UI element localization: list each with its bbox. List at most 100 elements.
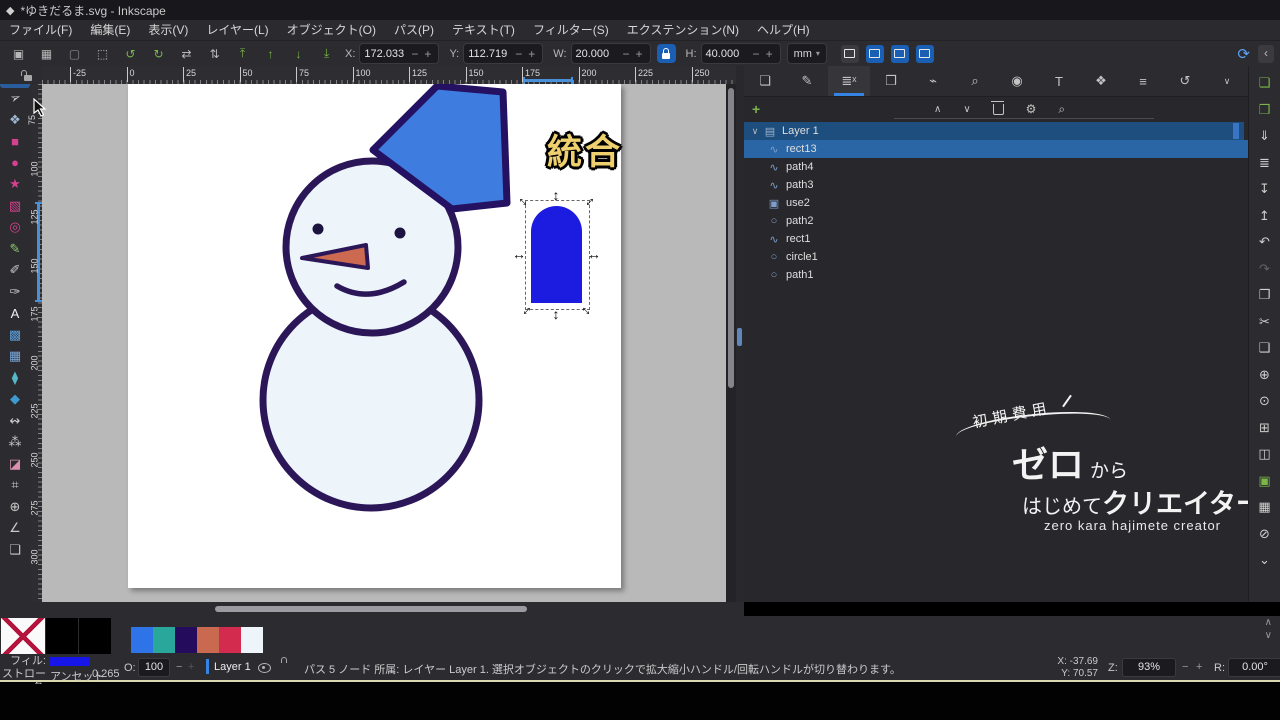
horizontal-ruler[interactable]: -25 0 25 50 75 100 125 150 175 200 225 250 (42, 66, 736, 85)
y-plus-button[interactable]: + (525, 47, 538, 61)
zoom-plus-button[interactable]: + (1196, 661, 1202, 673)
gradient-tool[interactable]: ▩ (0, 324, 30, 346)
zoom-input[interactable]: 93% (1122, 658, 1176, 677)
width-input[interactable]: 20.000 − + (570, 43, 651, 64)
export-button export-icon[interactable]: ↥ (1249, 203, 1280, 230)
ellipse-tool[interactable]: ● (0, 152, 30, 174)
search-objects-icon[interactable]: ⌕ (1058, 102, 1065, 117)
lower-to-bottom-button[interactable]: ⤓ (318, 45, 335, 63)
object-row-path2[interactable]: ○ path2 (744, 212, 1266, 230)
spray-tool[interactable]: ⁂ (0, 432, 30, 454)
zoom-selection-button zoom-selection-icon[interactable]: ⊕ (1249, 362, 1280, 389)
x-value[interactable]: 172.033 (364, 48, 408, 60)
panel-resize-grip[interactable] (736, 66, 744, 602)
guide-lock-icon[interactable] (21, 70, 32, 81)
pages-tool[interactable]: ❏ (0, 539, 30, 561)
flip-vertical-button[interactable]: ⇅ (206, 45, 223, 63)
palette-swatch-#250b5b[interactable] (175, 627, 197, 653)
no-color-swatch[interactable] (1, 618, 45, 655)
object-label[interactable]: path2 (786, 215, 814, 227)
object-row-circle1[interactable]: ○ circle1 (744, 248, 1266, 266)
measure-tool[interactable]: ∠ (0, 518, 30, 540)
vertical-scrollbar-thumb[interactable] (728, 88, 734, 388)
connector-tool[interactable]: ⌗ (0, 475, 30, 497)
delete-object-button trash-icon[interactable] (990, 100, 1004, 115)
menu-item-フィルター(S)[interactable]: フィルター(S) (524, 20, 618, 40)
palette-swatch-#d32b4e[interactable] (219, 627, 241, 653)
object-label[interactable]: path4 (786, 161, 814, 173)
unit-dropdown[interactable]: mm ▾ (786, 43, 827, 64)
width-plus-button[interactable]: + (633, 47, 646, 61)
move-up-button[interactable]: ∧ (934, 104, 941, 115)
chevron-down-icon[interactable]: ∨ (748, 126, 762, 137)
select-all-layers-button[interactable]: ▦ (38, 45, 55, 63)
lower-button[interactable]: ↓ (290, 45, 307, 63)
redo-button redo-icon[interactable]: ↷ (1249, 256, 1280, 283)
zoom-minus-button[interactable]: − (1182, 661, 1188, 673)
vertical-scrollbar[interactable] (726, 84, 736, 602)
y-minus-button[interactable]: − (512, 47, 525, 61)
object-row-path4[interactable]: ∿ path4 (744, 158, 1266, 176)
menu-item-表示(V)[interactable]: 表示(V) (139, 20, 197, 40)
move-down-button[interactable]: ∨ (963, 104, 970, 115)
scale-rect-corners-toggle[interactable] (865, 44, 884, 63)
tab-objects-edit[interactable]: ✎ (786, 66, 828, 96)
object-label[interactable]: use2 (786, 197, 810, 209)
scale-stroke-width-toggle[interactable] (840, 44, 859, 63)
scale-handle-s[interactable]: ↕ (553, 307, 560, 321)
menu-item-レイヤー(L)[interactable]: レイヤー(L) (197, 20, 277, 40)
layer-visibility-eye-icon[interactable] (258, 663, 271, 673)
tab-find-replace[interactable]: ⌕ (954, 66, 996, 96)
stroke-width-value[interactable]: 0.265 (92, 668, 120, 680)
height-value[interactable]: 40.000 (706, 48, 750, 60)
scale-handle-n[interactable]: ↕ (553, 188, 560, 202)
palette-swatch-#edf5fb[interactable] (241, 627, 263, 653)
x-minus-button[interactable]: − (408, 47, 421, 61)
palette-swatch-#c86950[interactable] (197, 627, 219, 653)
add-layer-button[interactable]: + (752, 101, 760, 117)
object-row-use2[interactable]: ▣ use2 (744, 194, 1266, 212)
zoom-tool[interactable]: ⊕ (0, 496, 30, 518)
tab-swatches[interactable]: ❒ (870, 66, 912, 96)
y-input[interactable]: 112.719 − + (463, 43, 544, 64)
import-button import-icon[interactable]: ↧ (1249, 176, 1280, 203)
palette-scroll-up[interactable]: ∧ (1265, 616, 1272, 629)
palette-scroll-down[interactable]: ∨ (1265, 629, 1272, 642)
menu-item-エクステンション(N)[interactable]: エクステンション(N) (618, 20, 748, 40)
view-fullscreen-button view-fullscreen-icon[interactable]: ◫ (1249, 441, 1280, 468)
cut-button cut-icon[interactable]: ✂ (1249, 309, 1280, 336)
horizontal-scrollbar-thumb[interactable] (215, 606, 527, 612)
scale-handle-e[interactable]: ↔ (587, 247, 601, 261)
tab-text-and-font[interactable]: T (1038, 66, 1080, 96)
calligraphy-tool[interactable]: ✑ (0, 281, 30, 303)
tab-more-chevron-icon[interactable]: ∨ (1206, 66, 1248, 96)
object-label[interactable]: path3 (786, 179, 814, 191)
rotation-input[interactable]: 0.00° (1228, 658, 1280, 677)
pencil-tool[interactable]: ✎ (0, 238, 30, 260)
object-label[interactable]: path1 (786, 269, 814, 281)
tab-undo-history[interactable]: ↺ (1164, 66, 1206, 96)
spiral-tool[interactable]: ◎ (0, 217, 30, 239)
opacity-plus-button[interactable]: + (188, 661, 194, 673)
current-layer-selector[interactable]: Layer 1 (214, 661, 251, 673)
lock-ratio-button[interactable] (656, 44, 676, 63)
settings-gear-icon[interactable]: ⚙ (1026, 102, 1037, 116)
menu-item-オブジェクト(O)[interactable]: オブジェクト(O) (278, 20, 385, 40)
canvas[interactable]: 統合 ↔ ↕ ↔ ↔ ↔ ↔ ↕ ↔ (42, 84, 726, 602)
star-tool[interactable]: ★ (0, 174, 30, 196)
rotate-cw-button[interactable]: ↻ (150, 45, 167, 63)
raise-button[interactable]: ↑ (262, 45, 279, 63)
flip-horizontal-button[interactable]: ⇄ (178, 45, 195, 63)
unlink-clone-button unlink-clone-icon[interactable]: ⊘ (1249, 521, 1280, 548)
tab-symbols[interactable]: ❖ (1080, 66, 1122, 96)
height-plus-button[interactable]: + (763, 47, 776, 61)
palette-swatch-black[interactable] (79, 618, 112, 655)
object-label[interactable]: rect1 (786, 233, 810, 245)
open-document-button open-document-icon[interactable]: ❒ (1249, 97, 1280, 124)
duplicate-button duplicate-icon[interactable]: ▣ (1249, 468, 1280, 495)
panel-resize-handle[interactable] (737, 328, 742, 346)
y-value[interactable]: 112.719 (468, 48, 512, 60)
scale-handle-w[interactable]: ↔ (512, 247, 526, 261)
object-row-rect1[interactable]: ∿ rect1 (744, 230, 1266, 248)
paste-button paste-icon[interactable]: ❑ (1249, 335, 1280, 362)
